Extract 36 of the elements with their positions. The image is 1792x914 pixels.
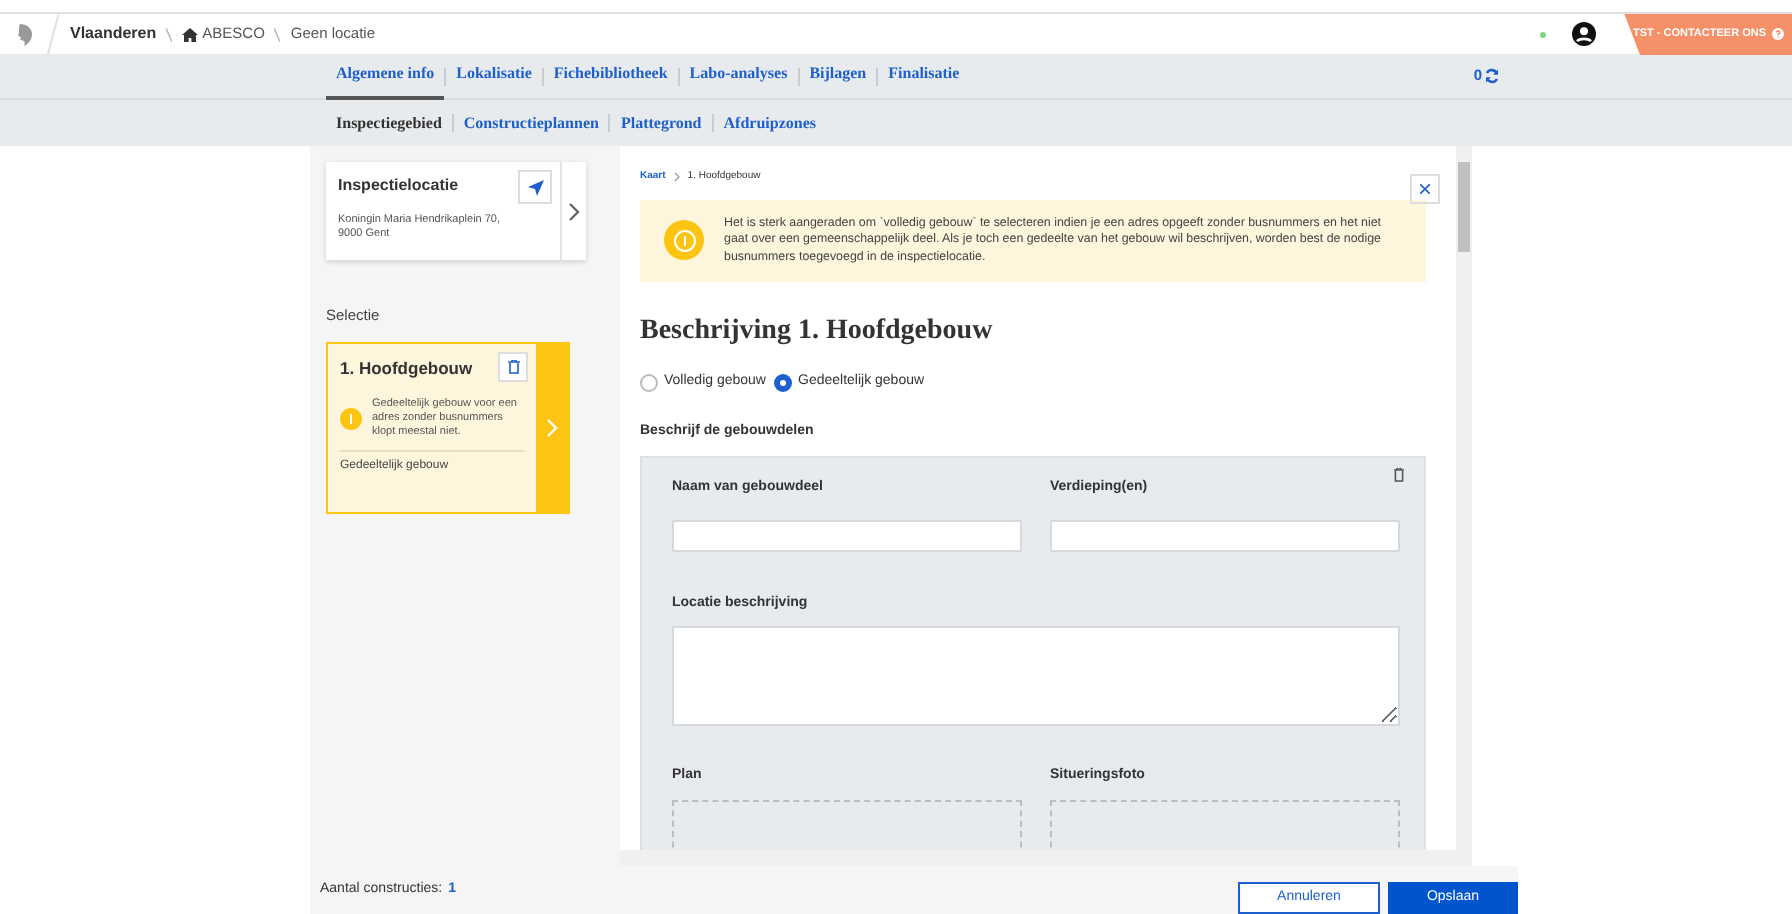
close-button[interactable] xyxy=(1410,174,1440,204)
nav-tab[interactable]: Labo-analyses xyxy=(679,53,798,99)
delete-button[interactable] xyxy=(498,352,528,383)
help-icon xyxy=(1772,28,1784,40)
warning-icon xyxy=(340,408,362,430)
textarea-field[interactable] xyxy=(672,626,1400,726)
radio-button[interactable] xyxy=(640,373,658,392)
trash-icon[interactable] xyxy=(1394,468,1404,482)
trash-icon xyxy=(507,360,519,375)
sub-tab[interactable]: Afdruipzones xyxy=(713,111,826,135)
chevron-right-icon xyxy=(568,201,580,221)
user-avatar-icon[interactable] xyxy=(1572,22,1596,46)
locate-button[interactable] xyxy=(518,170,552,204)
input-field[interactable] xyxy=(1050,519,1400,551)
radio-button[interactable] xyxy=(774,373,792,392)
chevron-right-icon xyxy=(673,172,680,183)
nav-tab[interactable]: Finalisatie xyxy=(878,53,970,99)
refresh-icon[interactable] xyxy=(1484,68,1500,84)
separator-icon xyxy=(166,27,173,41)
sub-tab[interactable]: Plattegrond xyxy=(610,111,712,135)
separator-icon xyxy=(274,27,281,41)
nav-tab[interactable]: Fichebibliotheek xyxy=(543,53,678,99)
nav-tab[interactable]: Bijlagen xyxy=(799,53,877,99)
card-title: 1. Hoofdgebouw xyxy=(340,356,473,382)
close-icon xyxy=(1420,184,1430,194)
warning-icon xyxy=(664,220,704,261)
navigation-arrow-icon xyxy=(527,179,543,195)
section-heading: Beschrijving 1. Hoofdgebouw xyxy=(640,314,995,350)
nav-tab[interactable]: Lokalisatie xyxy=(446,53,542,99)
card-title: Inspectielocatie xyxy=(338,174,459,198)
input-field[interactable] xyxy=(672,519,1022,551)
breadcrumb-link[interactable]: Vlaanderen xyxy=(70,22,157,46)
sub-tab[interactable]: Constructieplannen xyxy=(453,111,609,135)
home-icon xyxy=(182,27,199,41)
sub-tab[interactable]: Inspectiegebied xyxy=(326,111,452,135)
chevron-right-icon xyxy=(546,418,558,439)
